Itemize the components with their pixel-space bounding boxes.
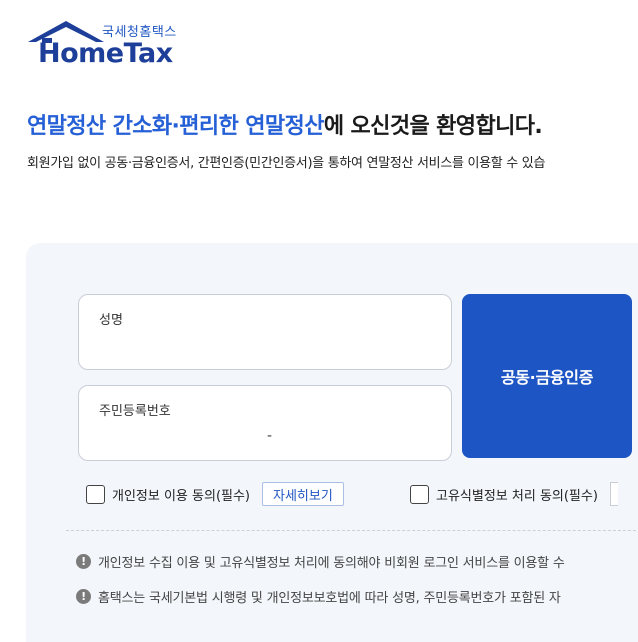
page-title: 연말정산 간소화·편리한 연말정산에 오신것을 환영합니다.	[27, 108, 543, 140]
rrn-field-label: 주민등록번호	[99, 404, 171, 419]
page-title-rest: 에 오신것을 환영합니다.	[323, 114, 543, 139]
logo-title: HomeTax	[38, 38, 173, 69]
name-field[interactable]: 성명	[78, 294, 452, 370]
notice-item: ! 홈택스는 국세기본법 시행령 및 개인정보보호법에 따라 성명, 주민등록번…	[76, 587, 561, 606]
unique-id-agreement: 고유식별정보 처리 동의(필수)	[410, 482, 618, 506]
page-description: 회원가입 없이 공동·금융인증서, 간편인증(민간인증서)을 통하여 연말정산 …	[27, 156, 546, 171]
exclamation-icon: !	[76, 554, 91, 569]
unique-id-agreement-checkbox[interactable]	[410, 484, 429, 504]
name-field-label: 성명	[99, 313, 123, 328]
divider	[66, 530, 638, 531]
certificate-login-button[interactable]: 공동·금융인증	[462, 294, 632, 458]
unique-id-agreement-label: 고유식별정보 처리 동의(필수)	[436, 488, 598, 504]
notice-item: ! 개인정보 수집 이용 및 고유식별정보 처리에 동의해야 비회원 로그인 서…	[76, 552, 565, 571]
notice-text: 개인정보 수집 이용 및 고유식별정보 처리에 동의해야 비회원 로그인 서비스…	[98, 556, 565, 571]
privacy-agreement: 개인정보 이용 동의(필수) 자세히보기	[86, 482, 344, 506]
unique-id-detail-button[interactable]	[609, 482, 618, 506]
privacy-agreement-label: 개인정보 이용 동의(필수)	[112, 488, 251, 504]
privacy-agreement-checkbox[interactable]	[86, 484, 105, 504]
exclamation-icon: !	[76, 589, 91, 604]
login-panel: 성명 주민등록번호 - 공동·금융인증 개인정보 이용 동의(필수) 자세히보기…	[26, 243, 638, 642]
rrn-field[interactable]: 주민등록번호 -	[78, 385, 452, 461]
page-title-highlight: 연말정산 간소화·편리한 연말정산	[27, 114, 324, 139]
rrn-separator: -	[267, 428, 273, 444]
privacy-detail-button[interactable]: 자세히보기	[262, 482, 344, 506]
notice-text: 홈택스는 국세기본법 시행령 및 개인정보보호법에 따라 성명, 주민등록번호가…	[98, 591, 561, 606]
hometax-logo[interactable]: 국세청홈택스 HomeTax	[26, 18, 186, 69]
